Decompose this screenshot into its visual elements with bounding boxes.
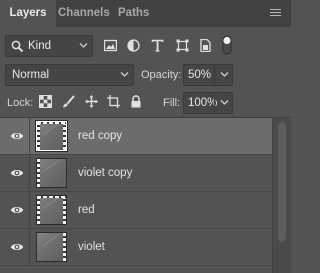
eye-icon[interactable] — [10, 205, 24, 215]
layer-name[interactable]: red copy — [78, 130, 122, 142]
tab-layers[interactable]: Layers — [0, 0, 56, 27]
lock-transparent-pixels-icon[interactable] — [39, 95, 52, 108]
layer-row-violet[interactable]: violet — [0, 229, 272, 266]
eye-icon[interactable] — [10, 131, 24, 141]
opacity-label: Opacity: — [141, 69, 182, 81]
layer-row-red-copy[interactable]: red copy — [0, 118, 272, 155]
layer-thumbnail[interactable] — [36, 195, 67, 225]
blend-mode-dropdown[interactable]: Normal — [5, 64, 134, 86]
chevron-down-icon — [120, 72, 129, 77]
visibility-column-divider — [29, 155, 30, 191]
type-layer-filter-icon[interactable] — [151, 39, 164, 52]
visibility-column-divider — [29, 229, 30, 265]
search-icon — [11, 40, 24, 53]
opacity-value[interactable]: 50% — [188, 69, 211, 81]
scrollbar-thumb[interactable] — [278, 122, 286, 242]
chevron-down-icon — [79, 43, 88, 48]
lock-all-icon[interactable] — [130, 95, 142, 108]
layer-thumbnail[interactable] — [36, 232, 67, 262]
filter-kind-dropdown[interactable]: Kind — [5, 35, 93, 57]
lock-artboard-icon[interactable] — [107, 95, 120, 108]
fill-value[interactable]: 100% — [188, 97, 217, 109]
layers-scrollbar[interactable] — [272, 118, 291, 273]
shape-layer-filter-icon[interactable] — [176, 39, 189, 52]
filter-kind-label: Kind — [28, 40, 52, 52]
opacity-field[interactable]: 50% — [183, 64, 233, 86]
filter-toggle-icon[interactable] — [222, 35, 232, 55]
visibility-column-divider — [29, 118, 30, 154]
layers-list: red copy violet copy red violet — [0, 118, 272, 273]
panel-tab-bar: Layers Channels Paths — [0, 0, 291, 27]
fill-field[interactable]: 100% — [183, 92, 233, 114]
blend-mode-value: Normal — [12, 69, 50, 81]
visibility-column-divider — [29, 192, 30, 228]
opacity-field-divider — [214, 65, 215, 85]
layer-name[interactable]: violet — [78, 241, 105, 253]
chevron-down-icon[interactable] — [220, 71, 229, 78]
layer-row-red[interactable]: red — [0, 192, 272, 229]
tab-channels[interactable]: Channels — [58, 0, 110, 27]
pixel-layer-filter-icon[interactable] — [104, 39, 117, 52]
adjustment-layer-filter-icon[interactable] — [127, 39, 140, 52]
eye-icon[interactable] — [10, 168, 24, 178]
chevron-down-icon[interactable] — [220, 99, 229, 106]
layer-row-violet-copy[interactable]: violet copy — [0, 155, 272, 192]
layers-panel: Layers Channels Paths Kind Normal Opacit… — [0, 0, 291, 273]
layer-thumbnail[interactable] — [35, 120, 68, 152]
layer-name[interactable]: violet copy — [78, 167, 132, 179]
layer-thumbnail[interactable] — [36, 158, 67, 188]
tab-paths[interactable]: Paths — [118, 0, 149, 27]
eye-icon[interactable] — [10, 242, 24, 252]
fill-field-divider — [214, 93, 215, 113]
fill-label: Fill: — [163, 97, 181, 109]
lock-image-pixels-icon[interactable] — [62, 95, 75, 108]
lock-position-icon[interactable] — [85, 95, 98, 108]
panel-menu-icon[interactable] — [270, 9, 281, 18]
smart-object-filter-icon[interactable] — [199, 39, 212, 52]
lock-label: Lock: — [7, 97, 34, 109]
layer-name[interactable]: red — [78, 204, 95, 216]
